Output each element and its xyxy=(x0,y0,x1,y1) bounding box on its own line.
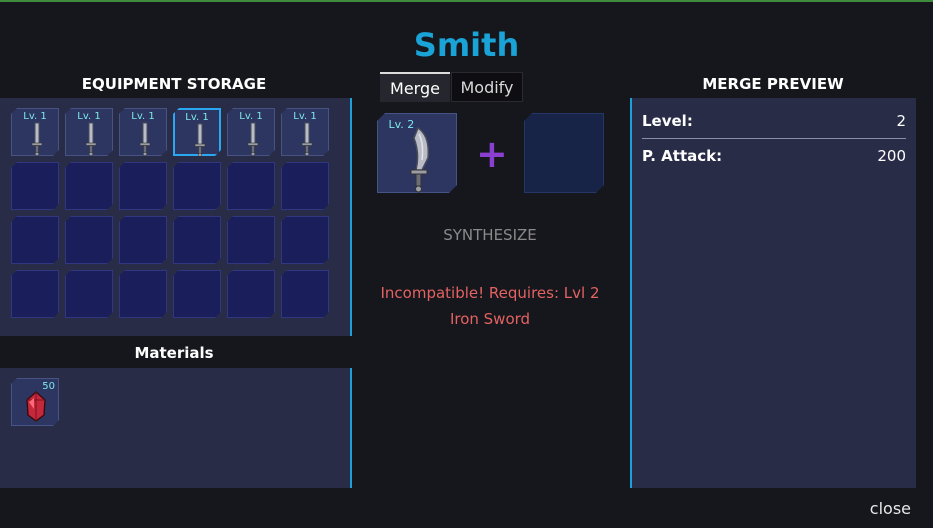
item-level-label: Lv. 1 xyxy=(185,112,209,123)
material-slot[interactable]: 50 xyxy=(11,378,59,426)
merge-material-slot[interactable] xyxy=(524,113,604,193)
page-title: Smith xyxy=(413,26,520,64)
item-level-label: Lv. 1 xyxy=(293,111,317,122)
storage-slot-empty[interactable] xyxy=(11,216,59,264)
item-level-label: Lv. 1 xyxy=(77,111,101,122)
stat-p-attack-value: 200 xyxy=(877,147,906,165)
storage-slot-empty[interactable] xyxy=(173,162,221,210)
storage-slot-empty[interactable] xyxy=(227,270,275,318)
preview-header: MERGE PREVIEW xyxy=(702,75,844,93)
merge-base-level: Lv. 2 xyxy=(388,118,415,131)
stat-p-attack-label: P. Attack: xyxy=(642,147,723,165)
item-level-label: Lv. 1 xyxy=(23,111,47,122)
storage-slot-item[interactable]: Lv. 1 xyxy=(281,108,329,156)
error-message: Incompatible! Requires: Lvl 2 Iron Sword xyxy=(370,280,610,332)
stat-divider xyxy=(642,138,906,139)
merge-base-slot[interactable]: Lv. 2 xyxy=(377,113,457,193)
storage-slot-empty[interactable] xyxy=(65,162,113,210)
materials-panel: 50 xyxy=(0,368,352,488)
close-button[interactable]: close xyxy=(870,499,911,518)
storage-slot-empty[interactable] xyxy=(227,162,275,210)
storage-slot-item[interactable]: Lv. 1 xyxy=(11,108,59,156)
error-line-1: Incompatible! Requires: Lvl 2 xyxy=(380,284,600,302)
storage-slot-empty[interactable] xyxy=(173,270,221,318)
materials-header: Materials xyxy=(134,344,214,362)
storage-slot-item[interactable]: Lv. 1 xyxy=(227,108,275,156)
storage-slot-empty[interactable] xyxy=(119,270,167,318)
equipment-storage-panel: Lv. 1 Lv. 1 Lv. 1 Lv. 1 Lv. 1 Lv. 1 xyxy=(0,98,352,336)
storage-slot-empty[interactable] xyxy=(281,216,329,264)
storage-slot-empty[interactable] xyxy=(11,162,59,210)
storage-slot-empty[interactable] xyxy=(119,216,167,264)
synthesize-button[interactable]: SYNTHESIZE xyxy=(380,226,600,244)
storage-slot-empty[interactable] xyxy=(11,270,59,318)
stat-level-value: 2 xyxy=(896,112,906,130)
stat-level: Level: 2 xyxy=(642,112,906,138)
storage-slot-empty[interactable] xyxy=(173,216,221,264)
tab-merge[interactable]: Merge xyxy=(380,72,450,102)
storage-slot-empty[interactable] xyxy=(227,216,275,264)
storage-slot-empty[interactable] xyxy=(65,270,113,318)
stat-p-attack: P. Attack: 200 xyxy=(642,147,906,173)
tab-modify[interactable]: Modify xyxy=(451,72,523,102)
item-level-label: Lv. 1 xyxy=(131,111,155,122)
stat-level-label: Level: xyxy=(642,112,693,130)
storage-slot-empty[interactable] xyxy=(65,216,113,264)
material-count: 50 xyxy=(42,381,55,392)
storage-slot-empty[interactable] xyxy=(281,270,329,318)
plus-icon: + xyxy=(476,132,508,176)
storage-slot-empty[interactable] xyxy=(281,162,329,210)
storage-slot-empty[interactable] xyxy=(119,162,167,210)
item-level-label: Lv. 1 xyxy=(239,111,263,122)
storage-header: EQUIPMENT STORAGE xyxy=(81,75,267,93)
top-accent-line xyxy=(0,0,933,2)
storage-slot-item[interactable]: Lv. 1 xyxy=(119,108,167,156)
error-line-2: Iron Sword xyxy=(449,310,531,328)
storage-slot-item[interactable]: Lv. 1 xyxy=(65,108,113,156)
storage-slot-item[interactable]: Lv. 1 xyxy=(173,108,221,156)
